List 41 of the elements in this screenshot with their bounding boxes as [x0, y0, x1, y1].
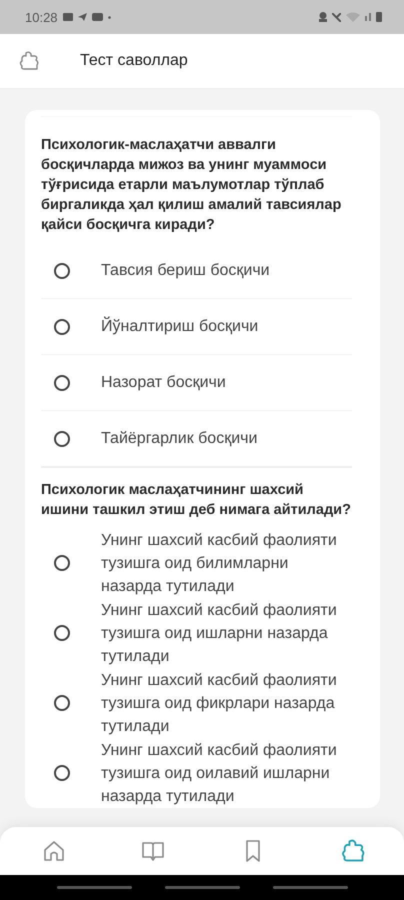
puzzle-icon	[340, 839, 366, 863]
alarm-icon	[319, 12, 327, 22]
option-label: Назорат босқичи	[101, 373, 226, 393]
answer-option[interactable]: Тавсия бериш босқичи	[41, 243, 352, 299]
radio-button[interactable]	[54, 625, 70, 641]
paper-plane-icon	[78, 13, 87, 21]
radio-button[interactable]	[54, 555, 70, 571]
radio-button[interactable]	[54, 262, 70, 278]
puzzle-icon	[18, 51, 40, 71]
radio-button[interactable]	[54, 318, 70, 334]
radio-button[interactable]	[54, 430, 70, 446]
status-time: 10:28	[25, 10, 58, 24]
option-label: Унинг шахсий касбий фаолияти тузишга оид фикрлари назарда тутилади	[101, 670, 338, 736]
answer-option[interactable]: Унинг шахсий касбий фаолияти тузишга оид оилавий ишларни назарда тутилади	[41, 738, 352, 808]
dot-icon	[108, 16, 111, 18]
option-label: Унинг шахсий касбий фаолияти тузишга оид билимларни назарда тутилади	[101, 530, 338, 596]
radio-button[interactable]	[54, 374, 70, 390]
answer-option[interactable]: Унинг шахсий касбий фаолияти тузишга оид билимларни назарда тутилади	[41, 528, 352, 598]
answer-option[interactable]: Йўналтириш босқичи	[41, 299, 352, 355]
mute-icon	[332, 12, 341, 22]
option-label: Тавсия бериш босқичи	[101, 261, 270, 281]
signal-icon	[365, 13, 371, 21]
option-label: Йўналтириш босқичи	[101, 316, 258, 337]
answer-option[interactable]: Унинг шахсий касбий фаолияти тузишга оид фикрлари назарда тутилади	[41, 668, 352, 738]
answer-option[interactable]: Тайёргарлик босқичи	[41, 411, 352, 467]
answer-option[interactable]: Унинг шахсий касбий фаолияти тузишга оид ишларни назарда тутилади	[41, 598, 352, 668]
wifi-icon	[346, 12, 360, 22]
home-icon	[42, 839, 66, 863]
radio-button[interactable]	[54, 695, 70, 711]
battery-icon	[376, 12, 382, 22]
option-label: Унинг шахсий касбий фаолияти тузишга оид ишларни назарда тутилади	[101, 600, 338, 666]
radio-button[interactable]	[54, 765, 70, 781]
answer-option[interactable]: Назорат босқичи	[41, 355, 352, 411]
video-icon	[92, 13, 103, 21]
question-text: Психологик-маслаҳатчи аввалги босқичларда мижоз ва унинг муаммоси тўғрисида етарли маълумотлар тўплаб биргаликда ҳал қилиш амалий тавсиялар қайси босқичга киради?	[41, 136, 342, 235]
option-label: Унинг шахсий касбий фаолияти тузишга оид оилавий ишларни назарда тутилади	[101, 740, 338, 806]
screen-title: Тест саволлар	[80, 52, 188, 70]
question-text: Психологик маслаҳатчининг шахсий ишини ташкил этиш деб нимага айтилади?	[41, 481, 352, 520]
option-label: Тайёргарлик босқичи	[101, 429, 258, 449]
gallery-icon	[62, 13, 73, 21]
book-icon	[141, 839, 166, 863]
